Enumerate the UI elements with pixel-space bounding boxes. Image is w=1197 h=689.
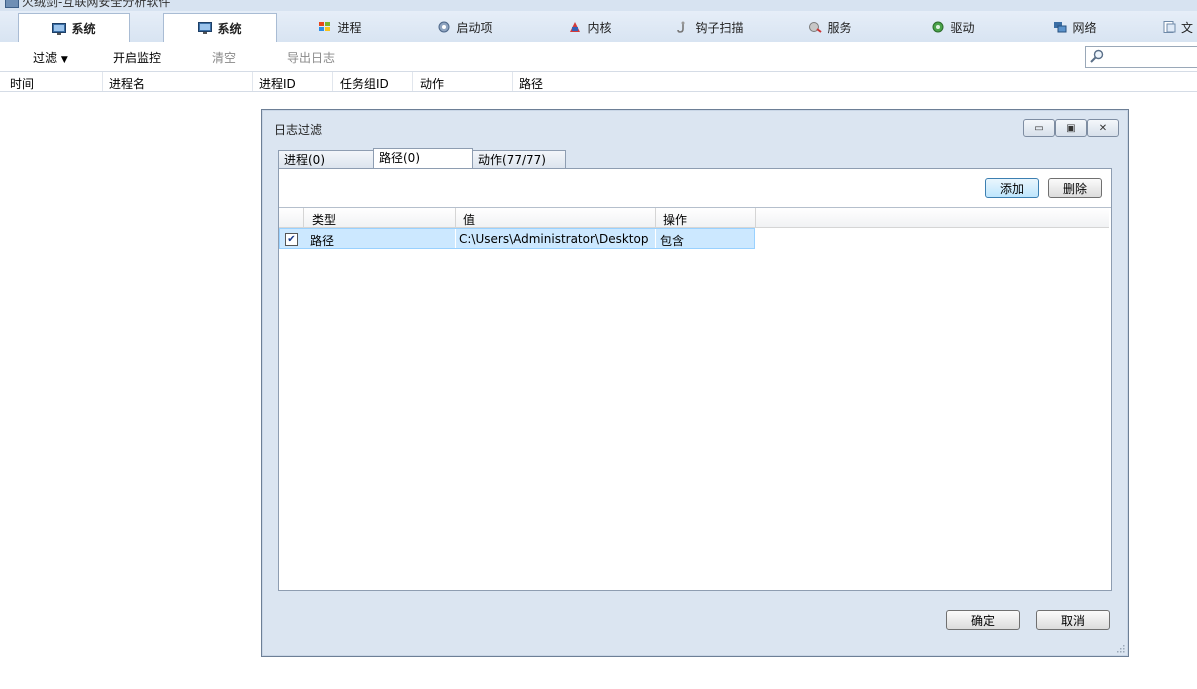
filter-menu-button[interactable]: 过滤 ▼ <box>33 49 68 66</box>
tab-startup[interactable]: 启动项 <box>425 13 505 41</box>
column-operation[interactable]: 操作 <box>663 211 687 228</box>
startup-gear-icon <box>438 21 450 33</box>
tab-label: 网络 <box>1072 20 1097 35</box>
monitor-icon <box>198 22 213 34</box>
tab-action-filter[interactable]: 动作(77/77) <box>472 150 566 169</box>
add-button[interactable]: 添加 <box>985 178 1039 198</box>
tab-hook-scan[interactable]: 钩子扫描 <box>665 13 755 41</box>
column-task-group-id[interactable]: 任务组ID <box>340 75 389 92</box>
tab-label: 钩子扫描 <box>695 20 744 35</box>
app-title: 火绒剑-互联网安全分析软件 <box>22 0 171 9</box>
log-column-header: 时间 进程名 进程ID 任务组ID 动作 路径 <box>0 72 1197 92</box>
chevron-down-icon: ▼ <box>60 55 68 65</box>
minimize-icon: ▭ <box>1034 122 1044 134</box>
search-icon[interactable] <box>1090 49 1104 63</box>
tab-system-2[interactable]: 系统 <box>163 13 277 42</box>
grid-header: 类型 值 操作 <box>279 208 1109 228</box>
ok-button[interactable]: 确定 <box>946 610 1020 630</box>
column-divider[interactable] <box>102 72 103 91</box>
monitor-icon <box>52 22 67 35</box>
export-log-button[interactable]: 导出日志 <box>287 49 335 66</box>
row-divider <box>655 229 656 248</box>
row-operation: 包含 <box>660 234 685 248</box>
kernel-icon <box>570 22 581 32</box>
app-title-bar: 火绒剑-互联网安全分析软件 <box>0 0 1197 11</box>
filter-panel: 添加 删除 类型 值 操作 ✔ 路径 C:\Users\Administrato… <box>278 168 1112 591</box>
tab-drivers[interactable]: 驱动 <box>918 13 988 41</box>
column-divider[interactable] <box>303 208 304 227</box>
maximize-button[interactable]: ▣ <box>1055 119 1087 137</box>
row-value: C:\Users\Administrator\Desktop <box>459 232 649 246</box>
close-button[interactable]: ✕ <box>1087 119 1119 137</box>
tab-label: 启动项 <box>456 20 493 35</box>
app-icon <box>5 0 19 8</box>
column-process-id[interactable]: 进程ID <box>259 75 296 92</box>
file-icon <box>1163 21 1176 33</box>
maximize-icon: ▣ <box>1066 122 1076 134</box>
tab-label: 系统 <box>217 21 242 36</box>
delete-button[interactable]: 删除 <box>1048 178 1102 198</box>
column-divider[interactable] <box>332 72 333 91</box>
row-type: 路径 <box>310 234 335 248</box>
minimize-button[interactable]: ▭ <box>1023 119 1055 137</box>
column-divider[interactable] <box>455 208 456 227</box>
tab-process-filter[interactable]: 进程(0) <box>278 150 374 169</box>
filter-grid: 类型 值 操作 ✔ 路径 C:\Users\Administrator\Desk… <box>279 207 1111 591</box>
column-action[interactable]: 动作 <box>420 75 444 92</box>
column-time[interactable]: 时间 <box>10 75 34 92</box>
table-row[interactable]: ✔ 路径 C:\Users\Administrator\Desktop 包含 <box>279 228 755 249</box>
tab-label: 系统 <box>71 22 96 36</box>
column-divider[interactable] <box>755 208 756 227</box>
tab-files[interactable]: 文 <box>1162 13 1197 41</box>
close-icon: ✕ <box>1098 122 1108 134</box>
tab-process[interactable]: 进程 <box>300 13 380 41</box>
tab-network[interactable]: 网络 <box>1040 13 1110 41</box>
column-path[interactable]: 路径 <box>519 75 543 92</box>
hook-icon <box>677 21 685 33</box>
column-divider[interactable] <box>655 208 656 227</box>
windows-logo-icon <box>319 22 331 31</box>
column-divider[interactable] <box>412 72 413 91</box>
tab-label: 文 <box>1181 20 1194 35</box>
column-type[interactable]: 类型 <box>312 211 336 228</box>
column-process-name[interactable]: 进程名 <box>109 75 145 92</box>
cancel-button[interactable]: 取消 <box>1036 610 1110 630</box>
row-divider <box>455 229 456 248</box>
tab-path-filter[interactable]: 路径(0) <box>373 148 473 170</box>
row-checkbox[interactable]: ✔ <box>285 233 298 246</box>
tab-system-1[interactable]: 系统 <box>18 13 130 43</box>
column-divider[interactable] <box>252 72 253 91</box>
main-tab-bar: 系统 系统 进程 启动项 内核 钩子扫描 服务 驱动 网络 文 <box>0 11 1197 43</box>
start-monitor-button[interactable]: 开启监控 <box>113 49 161 66</box>
tab-label: 进程 <box>337 20 362 35</box>
tab-kernel[interactable]: 内核 <box>555 13 625 41</box>
tab-label: 服务 <box>827 20 852 35</box>
network-icon <box>1054 22 1067 33</box>
main-toolbar: 过滤 ▼ 开启监控 清空 导出日志 <box>0 42 1197 72</box>
service-icon <box>809 22 823 33</box>
dialog-title: 日志过滤 <box>274 123 323 137</box>
clear-button[interactable]: 清空 <box>212 49 236 66</box>
tab-services[interactable]: 服务 <box>795 13 865 41</box>
log-filter-dialog: 日志过滤 ▭ ▣ ✕ 进程(0) 路径(0) 动作(77/77) 添加 删除 类… <box>261 109 1129 657</box>
search-input[interactable] <box>1085 46 1197 68</box>
column-divider[interactable] <box>512 72 513 91</box>
column-value[interactable]: 值 <box>463 211 475 228</box>
resize-grip-icon[interactable] <box>1115 643 1125 653</box>
filter-label: 过滤 <box>33 51 58 65</box>
driver-icon <box>932 21 944 33</box>
tab-label: 内核 <box>587 20 612 35</box>
tab-label: 驱动 <box>950 20 975 35</box>
